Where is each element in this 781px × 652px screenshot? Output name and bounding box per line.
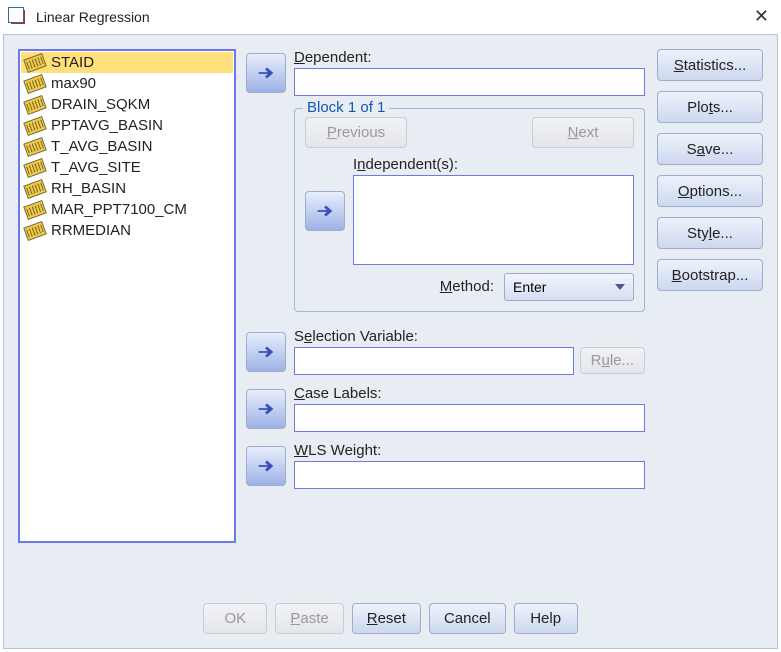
rule-button[interactable]: Rule...Rule... [580, 347, 645, 374]
independents-label: Independent(s):Independent(s): [353, 156, 634, 173]
scale-icon [23, 179, 47, 199]
variable-item[interactable]: DRAIN_SQKM [21, 94, 233, 115]
variable-item[interactable]: STAID [21, 52, 233, 73]
plots-button[interactable]: Plots...Plots... [657, 91, 763, 123]
scale-icon [23, 137, 47, 157]
variable-label: T_AVG_SITE [51, 159, 141, 176]
dependent-input[interactable] [294, 68, 645, 96]
scale-icon [23, 95, 47, 115]
block-legend: Block 1 of 1 [303, 99, 389, 116]
options-button[interactable]: Options...Options... [657, 175, 763, 207]
scale-icon [23, 221, 47, 241]
bootstrap-button[interactable]: Bootstrap...Bootstrap... [657, 259, 763, 291]
move-to-dependent-button[interactable] [246, 53, 286, 93]
independents-input[interactable] [353, 175, 634, 265]
variable-item[interactable]: RRMEDIAN [21, 220, 233, 241]
statistics-button[interactable]: Statistics...Statistics... [657, 49, 763, 81]
move-to-wls-button[interactable] [246, 446, 286, 486]
center-column: DDependent:ependent: Block 1 of 1 Previo… [246, 49, 647, 593]
scale-icon [23, 74, 47, 94]
variable-list[interactable]: STAID max90 DRAIN_SQKM PPTAVG_BASIN T_AV… [18, 49, 236, 543]
variable-item[interactable]: T_AVG_SITE [21, 157, 233, 178]
arrow-right-icon [255, 341, 277, 363]
linear-regression-dialog: Linear Regression ✕ STAID max90 DRAIN_SQ… [0, 0, 781, 652]
save-button[interactable]: Save...Save... [657, 133, 763, 165]
ok-button[interactable]: OK [203, 603, 267, 634]
wls-weight-input[interactable] [294, 461, 645, 489]
dependent-label: DDependent:ependent: [294, 49, 645, 66]
arrow-right-icon [255, 398, 277, 420]
scale-icon [23, 158, 47, 178]
scale-icon [23, 116, 47, 136]
scale-icon [23, 200, 47, 220]
block-fieldset: Block 1 of 1 PreviousPrevious NextNext I… [294, 108, 645, 312]
move-to-independent-button[interactable] [305, 191, 345, 231]
close-icon[interactable]: ✕ [754, 6, 769, 27]
variable-label: MAR_PPT7100_CM [51, 201, 187, 218]
chevron-down-icon [615, 284, 625, 290]
arrow-right-icon [255, 62, 277, 84]
cancel-button[interactable]: Cancel [429, 603, 506, 634]
variable-label: T_AVG_BASIN [51, 138, 152, 155]
variable-label: PPTAVG_BASIN [51, 117, 163, 134]
method-label: Method:Method: [440, 278, 494, 295]
move-to-caselabels-button[interactable] [246, 389, 286, 429]
app-icon [8, 7, 28, 27]
selection-variable-label: Selection Variable:Selection Variable: [294, 328, 645, 345]
titlebar: Linear Regression ✕ [0, 0, 781, 34]
variable-label: RRMEDIAN [51, 222, 131, 239]
arrow-right-icon [314, 200, 336, 222]
variable-item[interactable]: max90 [21, 73, 233, 94]
variable-label: DRAIN_SQKM [51, 96, 150, 113]
move-to-selection-button[interactable] [246, 332, 286, 372]
arrow-right-icon [255, 455, 277, 477]
content-area: STAID max90 DRAIN_SQKM PPTAVG_BASIN T_AV… [3, 34, 778, 649]
style-button[interactable]: Style...Style... [657, 217, 763, 249]
variable-item[interactable]: MAR_PPT7100_CM [21, 199, 233, 220]
variable-item[interactable]: RH_BASIN [21, 178, 233, 199]
paste-button[interactable]: PastePaste [275, 603, 343, 634]
variable-item[interactable]: PPTAVG_BASIN [21, 115, 233, 136]
wls-weight-label: WLS Weight:WLS Weight: [294, 442, 645, 459]
reset-button[interactable]: ResetReset [352, 603, 421, 634]
dialog-button-row: OK PastePaste ResetReset Cancel Help [18, 593, 763, 634]
selection-variable-input[interactable] [294, 347, 574, 375]
previous-button[interactable]: PreviousPrevious [305, 117, 407, 148]
variable-label: STAID [51, 54, 94, 71]
case-labels-label: Case Labels:Case Labels: [294, 385, 645, 402]
window-title: Linear Regression [36, 9, 150, 25]
next-button[interactable]: NextNext [532, 117, 634, 148]
right-button-column: Statistics...Statistics... Plots...Plots… [657, 49, 763, 593]
scale-icon [23, 53, 47, 73]
case-labels-input[interactable] [294, 404, 645, 432]
variable-label: max90 [51, 75, 96, 92]
method-combo[interactable]: Enter [504, 273, 634, 301]
variable-item[interactable]: T_AVG_BASIN [21, 136, 233, 157]
variable-label: RH_BASIN [51, 180, 126, 197]
help-button[interactable]: Help [514, 603, 578, 634]
method-value: Enter [513, 279, 546, 295]
